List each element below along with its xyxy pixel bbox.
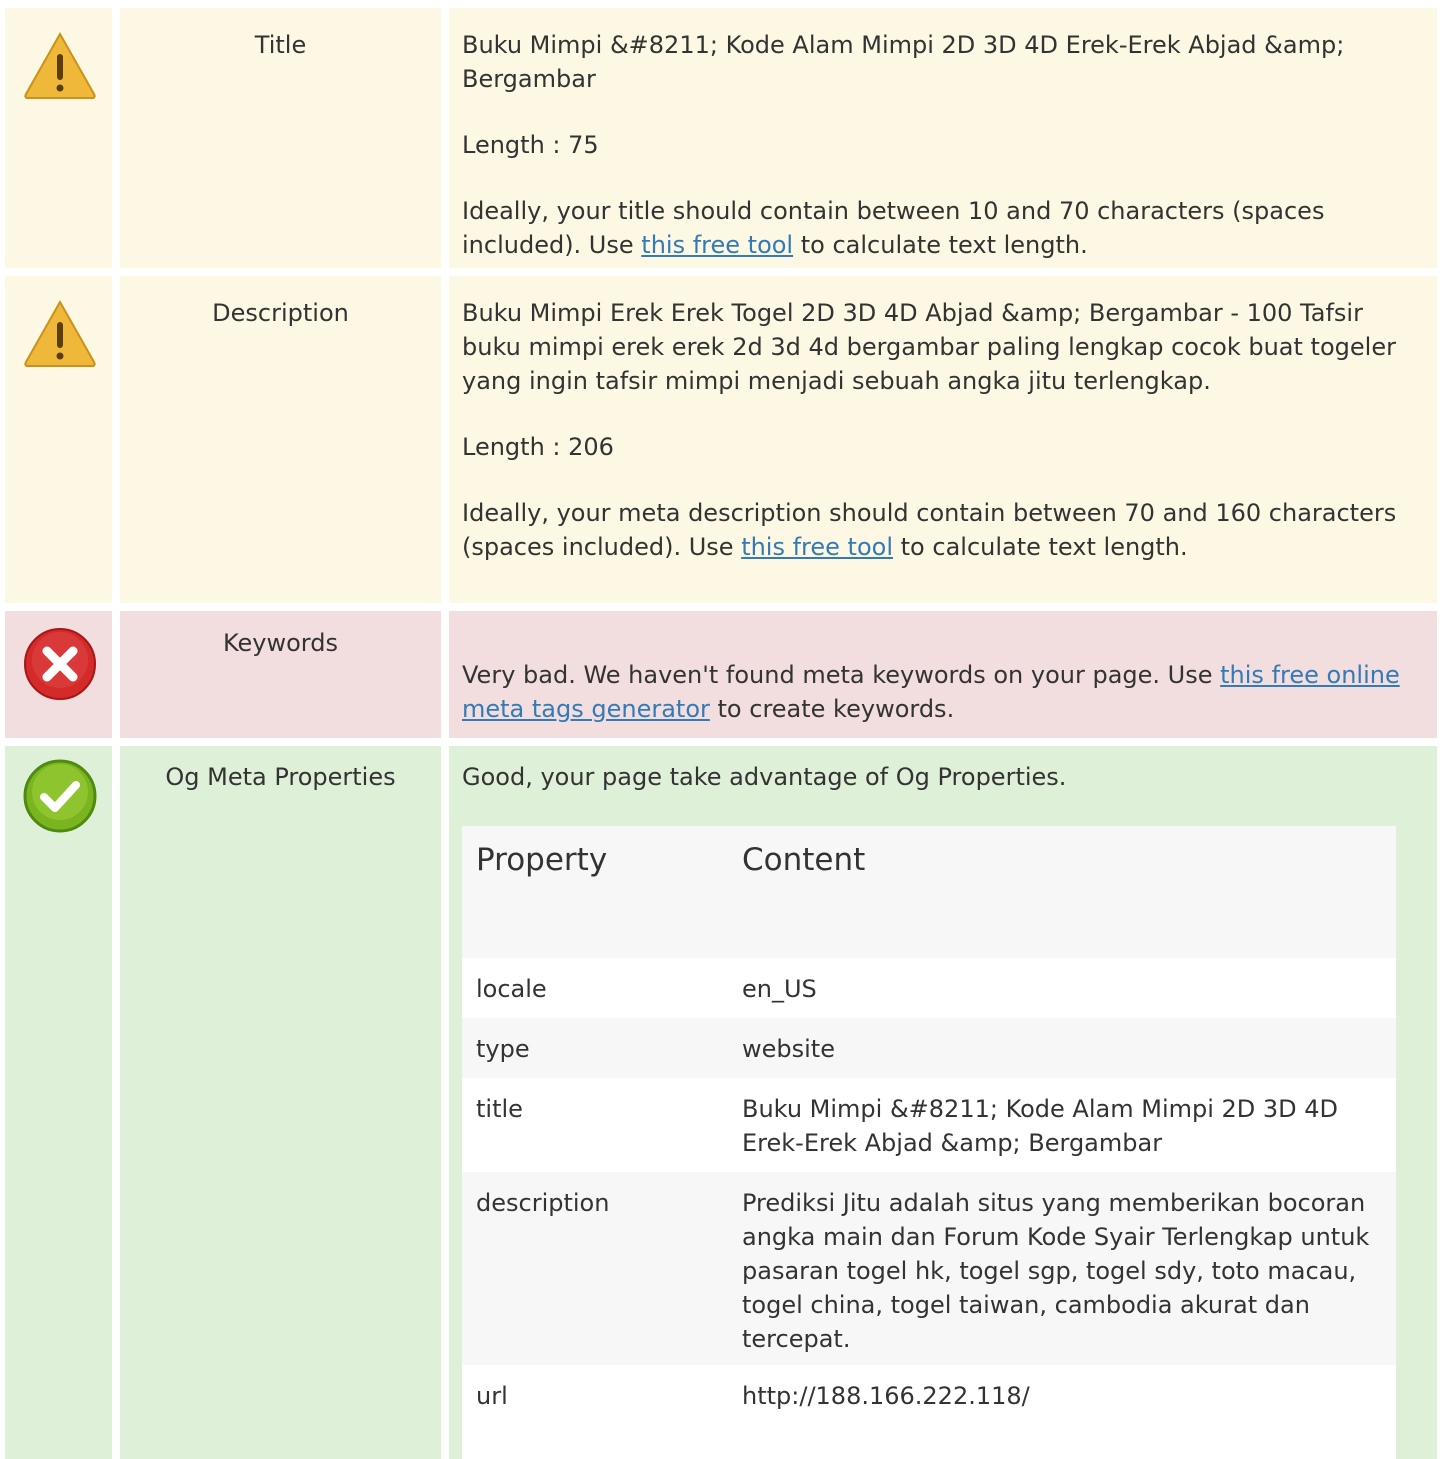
check-icon (23, 759, 97, 833)
description-length: Length : 206 (462, 433, 614, 461)
keywords-message-suffix: to create keywords. (709, 695, 955, 723)
description-check-row: Description Buku Mimpi Erek Erek Togel 2… (0, 276, 1445, 603)
description-value: Buku Mimpi Erek Erek Togel 2D 3D 4D Abja… (462, 299, 1396, 395)
property-cell: description (476, 1189, 610, 1217)
description-free-tool-link[interactable]: this free tool (741, 533, 893, 561)
title-details: Buku Mimpi &#8211; Kode Alam Mimpi 2D 3D… (449, 8, 1437, 268)
description-advice-suffix: to calculate text length. (893, 533, 1188, 561)
property-column-header: Property (476, 842, 608, 878)
content-cell: website (742, 1035, 835, 1063)
keywords-message-text: Very bad. We haven't found meta keywords… (462, 661, 1221, 689)
content-cell: en_US (742, 975, 817, 1003)
keywords-details: Very bad. We haven't found meta keywords… (449, 611, 1437, 738)
keywords-label: Keywords (120, 611, 441, 738)
og-status-cell (5, 746, 112, 1459)
title-length: Length : 75 (462, 131, 599, 159)
title-status-cell (5, 8, 112, 268)
content-cell: Buku Mimpi &#8211; Kode Alam Mimpi 2D 3D… (742, 1095, 1339, 1157)
warning-icon (24, 299, 96, 367)
title-free-tool-link[interactable]: this free tool (641, 231, 793, 259)
property-cell: url (476, 1382, 508, 1410)
property-cell: title (476, 1095, 523, 1123)
description-details: Buku Mimpi Erek Erek Togel 2D 3D 4D Abja… (449, 276, 1437, 603)
table-row: type website (462, 1018, 1396, 1078)
content-column-header: Content (742, 842, 866, 878)
property-cell: type (476, 1035, 530, 1063)
content-cell: http://188.166.222.118/ (742, 1382, 1030, 1410)
og-properties-table: Property Content locale en_US type websi… (462, 826, 1396, 1459)
description-advice: Ideally, your meta description should co… (462, 496, 1423, 564)
content-cell: Prediksi Jitu adalah situs yang memberik… (742, 1189, 1370, 1353)
keywords-message: Very bad. We haven't found meta keywords… (462, 658, 1423, 726)
title-advice: Ideally, your title should contain betwe… (462, 194, 1423, 262)
error-icon (24, 628, 96, 700)
title-advice-suffix: to calculate text length. (793, 231, 1088, 259)
warning-icon (24, 31, 96, 99)
table-header: Property Content (462, 826, 1396, 958)
keywords-check-row: Keywords Very bad. We haven't found meta… (0, 611, 1445, 738)
title-label: Title (120, 8, 441, 268)
title-check-row: Title Buku Mimpi &#8211; Kode Alam Mimpi… (0, 8, 1445, 268)
table-row: url http://188.166.222.118/ (462, 1365, 1396, 1459)
title-value: Buku Mimpi &#8211; Kode Alam Mimpi 2D 3D… (462, 31, 1345, 93)
seo-report: Title Buku Mimpi &#8211; Kode Alam Mimpi… (0, 0, 1445, 1459)
keywords-status-cell (5, 611, 112, 738)
table-row: description Prediksi Jitu adalah situs y… (462, 1172, 1396, 1365)
og-message: Good, your page take advantage of Og Pro… (462, 763, 1067, 791)
property-cell: locale (476, 975, 547, 1003)
description-label: Description (120, 276, 441, 603)
description-status-cell (5, 276, 112, 603)
og-label: Og Meta Properties (120, 746, 441, 1459)
table-row: title Buku Mimpi &#8211; Kode Alam Mimpi… (462, 1078, 1396, 1172)
table-row: locale en_US (462, 958, 1396, 1018)
